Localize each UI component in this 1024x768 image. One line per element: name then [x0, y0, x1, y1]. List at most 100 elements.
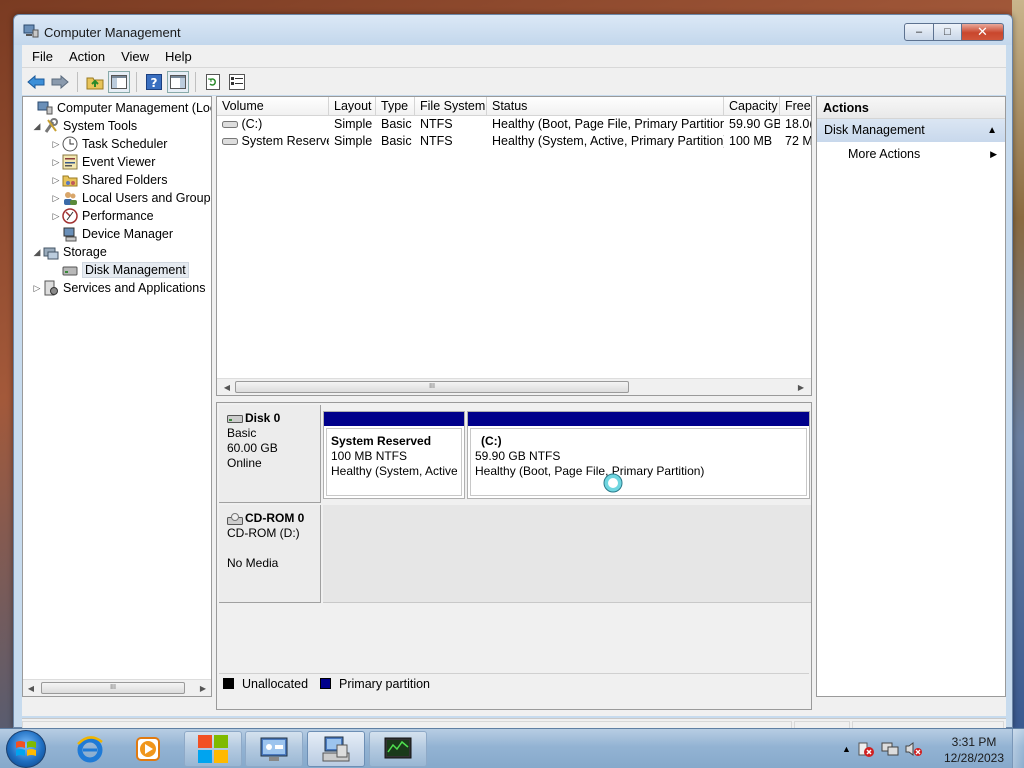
expand-arrow-icon[interactable]: ▷ [31, 283, 43, 294]
volume-muted-icon[interactable] [905, 741, 923, 757]
expand-arrow-icon[interactable]: ▷ [50, 211, 62, 222]
tree-item-performance[interactable]: ▷ Performance [50, 207, 154, 225]
scroll-left-icon[interactable]: ◀ [219, 379, 235, 395]
menu-view[interactable]: View [113, 49, 157, 64]
desktop-background [1012, 0, 1024, 728]
collapse-arrow-icon[interactable]: ◢ [31, 121, 43, 132]
disk-management-icon [62, 262, 78, 278]
show-hide-console-tree-button[interactable] [108, 70, 130, 93]
scroll-right-icon[interactable]: ▶ [195, 680, 211, 696]
legend-label: Unallocated [242, 676, 309, 691]
expand-arrow-icon[interactable]: ▷ [50, 157, 62, 168]
action-center-icon[interactable] [857, 741, 875, 757]
legend-label: Primary partition [339, 676, 431, 691]
column-header-capacity[interactable]: Capacity [724, 97, 780, 116]
column-header-free[interactable]: Free [780, 97, 811, 116]
show-hide-action-pane-button[interactable] [167, 70, 189, 93]
tree-item-disk-management[interactable]: Disk Management [50, 261, 189, 279]
collapse-arrow-icon[interactable]: ◢ [31, 247, 43, 258]
taskbar-system-monitor[interactable] [369, 731, 427, 767]
tree-horizontal-scrollbar[interactable]: ◀ III ▶ [23, 679, 211, 696]
storage-icon [43, 244, 59, 260]
actions-section-disk-management[interactable]: Disk Management ▲ [817, 119, 1005, 142]
volume-list: Volume Layout Type File System Status Ca… [216, 96, 812, 396]
taskbar-windows-explorer[interactable] [184, 731, 242, 767]
tree-item-shared-folders[interactable]: ▷ Shared Folders [50, 171, 168, 189]
tree-item-task-scheduler[interactable]: ▷ Task Scheduler [50, 135, 167, 153]
show-hidden-icons-icon[interactable]: ▲ [842, 744, 851, 754]
cd-rom-empty-area [323, 505, 811, 603]
partition-c-drive[interactable]: (C:) 59.90 GB NTFS Healthy (Boot, Page F… [467, 411, 810, 499]
back-button[interactable] [25, 71, 47, 93]
more-actions-item[interactable]: More Actions ▶ [817, 142, 1005, 166]
menu-action[interactable]: Action [61, 49, 113, 64]
title-bar[interactable]: Computer Management – □ ✕ [14, 15, 1012, 45]
tree-item-device-manager[interactable]: Device Manager [50, 225, 173, 243]
shared-folders-icon [62, 172, 78, 188]
actions-header: Actions [817, 97, 1005, 119]
taskbar-control-panel[interactable] [245, 731, 303, 767]
taskbar: ▲ 3:31 PM 12/28/2023 [0, 728, 1024, 768]
volume-list-horizontal-scrollbar[interactable]: ◀ III ▶ [217, 378, 811, 395]
tree-item-label: Local Users and Groups [82, 191, 212, 205]
toolbar-separator [136, 71, 137, 92]
free-cell: 18.0( [785, 117, 812, 131]
column-header-status[interactable]: Status [487, 97, 724, 116]
help-icon: ? [146, 73, 162, 90]
file-system-cell: NTFS [420, 134, 453, 148]
taskbar-clock[interactable]: 3:31 PM 12/28/2023 [934, 734, 1014, 766]
disk-0-label[interactable]: Disk 0 Basic 60.00 GB Online [219, 405, 321, 503]
expand-arrow-icon[interactable]: ▷ [50, 175, 62, 186]
volume-name: (C:) [241, 117, 263, 131]
clock-date: 12/28/2023 [943, 751, 1005, 765]
tree-item-services-and-applications[interactable]: ▷ Services and Applications [31, 279, 205, 297]
menu-help[interactable]: Help [157, 49, 200, 64]
menu-file[interactable]: File [24, 49, 61, 64]
up-one-level-button[interactable] [84, 71, 106, 93]
services-icon [43, 280, 59, 296]
tree-item-label: Device Manager [82, 227, 174, 241]
show-hide-action-pane-icon [170, 74, 186, 89]
column-header-layout[interactable]: Layout [329, 97, 376, 116]
column-header-volume[interactable]: Volume [217, 97, 329, 116]
volume-row[interactable]: (C:) Simple Basic NTFS Healthy (Boot, Pa… [217, 116, 812, 133]
event-viewer-icon [62, 154, 78, 170]
minimize-button[interactable]: – [904, 23, 934, 41]
show-desktop-button[interactable] [1012, 729, 1024, 768]
system-tools-icon [43, 118, 59, 134]
close-button[interactable]: ✕ [962, 23, 1004, 41]
tree-item-computer-management[interactable]: Computer Management (Local [25, 99, 211, 117]
refresh-button[interactable] [202, 71, 224, 93]
properties-button[interactable] [226, 71, 248, 93]
start-button[interactable] [6, 730, 46, 768]
scrollbar-thumb[interactable]: III [235, 381, 629, 393]
tree-item-local-users-and-groups[interactable]: ▷ Local Users and Groups [50, 189, 212, 207]
volume-row[interactable]: System Reserved Simple Basic NTFS Health… [217, 133, 811, 150]
collapse-caret-icon[interactable]: ▲ [987, 119, 997, 142]
tree-item-event-viewer[interactable]: ▷ Event Viewer [50, 153, 155, 171]
scroll-right-icon[interactable]: ▶ [793, 379, 809, 395]
column-header-type[interactable]: Type [376, 97, 415, 116]
tree-item-storage[interactable]: ◢ Storage [31, 243, 107, 261]
taskbar-computer-management[interactable] [307, 731, 365, 767]
network-icon[interactable] [881, 741, 899, 757]
tree-item-system-tools[interactable]: ◢ System Tools [31, 117, 137, 135]
primary-partition-swatch [320, 678, 332, 689]
expand-arrow-icon[interactable]: ▷ [50, 193, 62, 204]
column-header-file-system[interactable]: File System [415, 97, 487, 116]
taskbar-media-player[interactable] [120, 731, 176, 767]
partition-system-reserved[interactable]: System Reserved 100 MB NTFS Healthy (Sys… [323, 411, 465, 499]
forward-button[interactable] [49, 71, 71, 93]
taskbar-internet-explorer[interactable] [62, 731, 118, 767]
partition-status: Healthy (System, Active, [331, 464, 457, 478]
cd-rom-0-label[interactable]: CD-ROM 0 CD-ROM (D:) No Media [219, 505, 321, 603]
help-button[interactable]: ? [143, 71, 165, 93]
expand-arrow-icon[interactable]: ▷ [50, 139, 62, 150]
partition-name: System Reserved [331, 434, 432, 448]
drive-icon [222, 121, 238, 129]
layout-cell: Simple [334, 117, 373, 131]
status-cell: Healthy (System, Active, Primary Partiti… [492, 134, 724, 148]
scrollbar-thumb[interactable]: III [41, 682, 185, 694]
maximize-button[interactable]: □ [934, 23, 962, 41]
scroll-left-icon[interactable]: ◀ [23, 680, 39, 696]
